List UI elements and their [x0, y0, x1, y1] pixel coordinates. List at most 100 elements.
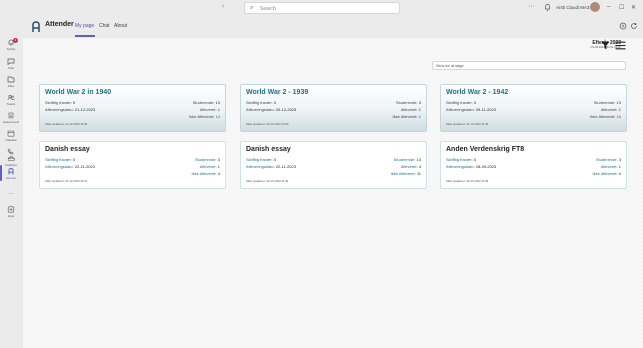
term-selector[interactable]: Efterår 2023 (01-08-2023 - 31-01-2024) [563, 40, 621, 49]
card-title: Anden Verdenskrig FT8 [446, 146, 525, 153]
rail-item-more[interactable]: ... [0, 189, 22, 196]
rail-item-label: Files [8, 84, 14, 88]
card-last-updated: Sidst opdateret: 21-12-2023 11:43 [446, 122, 489, 126]
rail-item-onedrive[interactable]: OneDrive [0, 155, 22, 167]
card-due-date: Afleveringsdato: 20-12-2023 [246, 107, 297, 112]
card-due-date: Afleveringsdato: 22-11-2023 [246, 164, 296, 169]
card-absence: Skriftlig fravær: 0 [446, 100, 477, 105]
rail-item-label: Apps [7, 214, 15, 218]
teams-icon [7, 94, 15, 101]
title-bar: ‹ › ⌕ Search ··· Antti Claudi MA3 – ☐ ✕ [0, 0, 643, 16]
card-submitted: Afleveret: 1 [600, 107, 621, 112]
card-students: Studerende: 3 [395, 100, 421, 105]
rail-item-label: Assignments [2, 120, 19, 124]
card-last-updated: Sidst opdateret: 20-12-2023 11:46 [246, 179, 289, 183]
rail-item-label: Chat [8, 66, 14, 70]
calls-icon [7, 148, 14, 155]
tab-about[interactable]: About [114, 23, 127, 29]
card-due-date: Afleveringsdato: 21-12-2023 [45, 107, 96, 112]
card-title: World War 2 - 1942 [446, 89, 509, 96]
search-icon: ⌕ [250, 5, 254, 11]
attender-logo-icon [32, 21, 40, 32]
card-absence: Skriftlig fravær: 0 [246, 157, 277, 162]
card-students: Studerende: 13 [593, 100, 621, 105]
chat-icon [7, 58, 15, 65]
card-students: Studerende: 3 [194, 157, 220, 162]
card-title: World War 2 - 1939 [246, 89, 309, 96]
card-not-submitted: Ikke Afleveret: 14 [189, 114, 220, 119]
global-search[interactable]: ⌕ Search [244, 2, 400, 14]
user-name: Antti Claudi MA3 [556, 5, 590, 10]
app-title: Attender [45, 21, 74, 28]
rail-item-apps[interactable]: Apps [0, 206, 22, 218]
files-icon [7, 76, 15, 83]
activity-badge: 1 [13, 38, 18, 43]
rail-item-files[interactable]: Files [0, 76, 22, 88]
search-placeholder: Search [260, 6, 276, 12]
card-due-date: Afleveringsdato: 28-09-2023 [446, 164, 497, 169]
close-icon[interactable]: ✕ [631, 4, 636, 11]
assignment-card[interactable]: World War 2 in 1940 Skriftlig fravær: 0 … [39, 84, 226, 132]
rail-item-label: Teams [6, 102, 16, 106]
term-dates: (01-08-2023 - 31-01-2024) [590, 46, 621, 49]
card-absence: Skriftlig fravær: 0 [446, 157, 477, 162]
rail-item-assignments[interactable]: Assignments [0, 112, 22, 124]
card-due-date: Afleveringsdato: 22-11-2023 [45, 164, 95, 169]
rail-item-label: Activity [6, 47, 16, 51]
rail-item-teams[interactable]: Teams [0, 94, 22, 106]
minimize-icon[interactable]: – [607, 4, 610, 10]
rail-item-calendar[interactable]: Calendar [0, 130, 22, 142]
refresh-icon[interactable] [630, 22, 638, 30]
card-students: Studerende: 13 [393, 157, 421, 162]
app-rail: Play Games 1 Activity Chat Files Teams A… [0, 0, 22, 348]
assignment-card[interactable]: Anden Verdenskrig FT8 Skriftlig fravær: … [440, 141, 627, 189]
hamburger-menu-icon[interactable] [615, 41, 626, 50]
attender-icon [8, 168, 14, 175]
assignments-icon [8, 112, 14, 119]
search-input-placeholder: Skriv for at søge [436, 64, 464, 68]
filter-icon[interactable] [601, 41, 610, 50]
assignment-card[interactable]: World War 2 - 1939 Skriftlig fravær: 0 A… [240, 84, 427, 132]
card-not-submitted: Ikke Afleveret: 4 [592, 171, 621, 176]
card-submitted: Afleveret: 1 [199, 107, 220, 112]
card-absence: Skriftlig fravær: 0 [246, 100, 277, 105]
assignment-card[interactable]: Danish essay Skriftlig fravær: 0 Aflever… [240, 141, 427, 189]
notifications-icon[interactable] [543, 2, 552, 12]
avatar[interactable] [590, 2, 600, 12]
rail-item-activity[interactable]: 1 Activity [0, 38, 22, 51]
card-absence: Skriftlig fravær: 0 [45, 157, 76, 162]
active-tab-indicator [75, 35, 95, 37]
card-submitted: Afleveret: 1 [600, 164, 621, 169]
tab-my-page[interactable]: My page [75, 23, 94, 29]
tab-chat[interactable]: Chat [99, 23, 110, 29]
cloud-icon [7, 156, 15, 161]
card-submitted: Afleveret: 1 [199, 164, 220, 169]
search-input[interactable]: Skriv for at søge [432, 61, 626, 70]
card-not-submitted: Ikke Afleveret: 2 [392, 114, 421, 119]
rail-item-label: OneDrive [5, 163, 17, 167]
rail-item-label: Attender [5, 176, 17, 180]
card-title: Danish essay [246, 146, 291, 153]
card-title: World War 2 in 1940 [45, 89, 112, 96]
card-due-date: Afleveringsdato: 29-11-2023 [446, 107, 496, 112]
card-not-submitted: Ikke Afleveret: 4 [191, 171, 220, 176]
card-submitted: Afleveret: 4 [400, 164, 421, 169]
rail-item-chat[interactable]: Chat [0, 58, 22, 70]
card-students: Studerende: 3 [595, 157, 621, 162]
card-title: Danish essay [45, 146, 90, 153]
card-students: Studerende: 13 [192, 100, 220, 105]
popout-icon[interactable] [619, 22, 627, 30]
card-last-updated: Sidst opdateret: 21-12-2023 11:28 [45, 122, 88, 126]
calendar-icon [7, 130, 15, 137]
more-options-icon[interactable]: ··· [528, 3, 535, 10]
card-absence: Skriftlig fravær: 0 [45, 100, 76, 105]
rail-item-label: Calendar [5, 138, 17, 142]
card-submitted: Afleveret: 1 [400, 107, 421, 112]
assignment-card[interactable]: Danish essay Skriftlig fravær: 0 Aflever… [39, 141, 226, 189]
maximize-icon[interactable]: ☐ [619, 4, 624, 11]
app-header: Attender My page Chat About [23, 16, 643, 38]
rail-item-attender[interactable]: Attender [0, 168, 22, 180]
assignment-card[interactable]: World War 2 - 1942 Skriftlig fravær: 0 A… [440, 84, 627, 132]
card-not-submitted: Ikke Afleveret: 11 [390, 171, 421, 176]
app-main: Attender My page Chat About Efterår 2023… [23, 16, 643, 348]
